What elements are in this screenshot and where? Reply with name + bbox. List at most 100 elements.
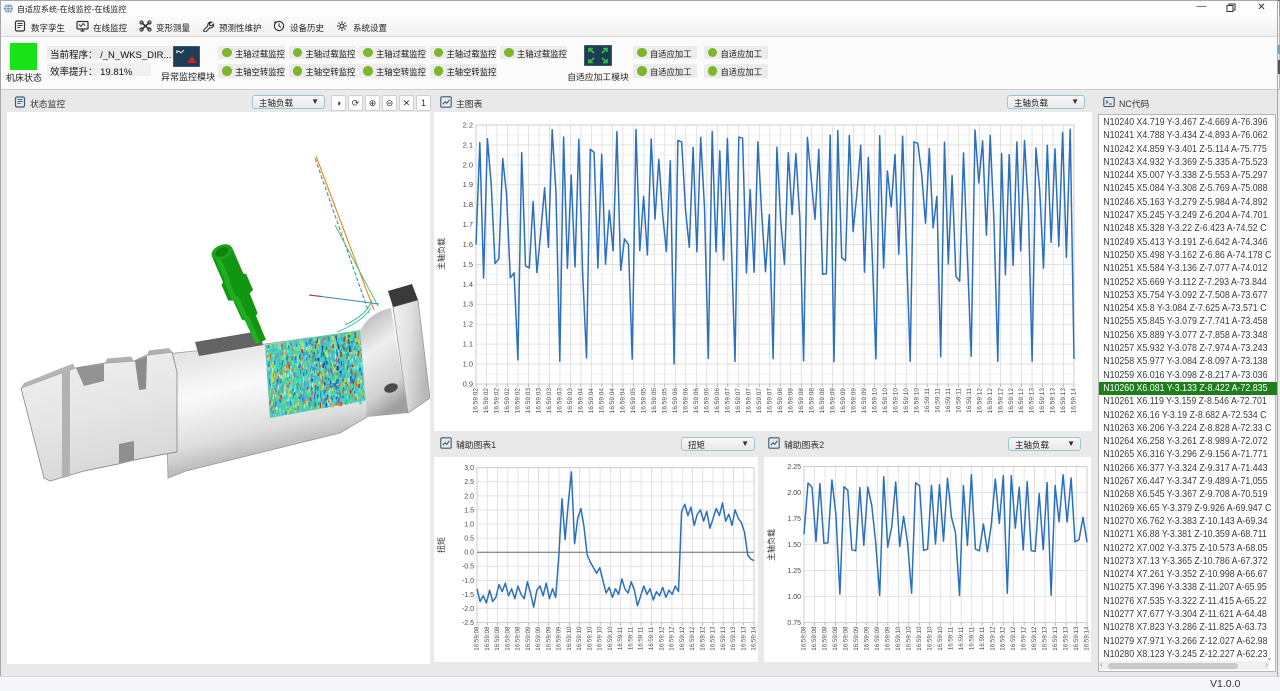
svg-text:1.6: 1.6 [463,240,473,249]
svg-text:16:59:08: 16:59:08 [822,626,829,651]
svg-text:16:59:02: 16:59:02 [494,388,501,414]
svg-text:16:59:02: 16:59:02 [504,388,511,414]
svg-text:16:59:04: 16:59:04 [588,388,595,414]
svg-text:16:59:04: 16:59:04 [620,388,627,414]
svg-text:16:59:12: 16:59:12 [989,626,996,651]
svg-text:1.9: 1.9 [463,180,473,189]
svg-text:16:59:07: 16:59:07 [756,388,763,414]
svg-text:16:59:08: 16:59:08 [484,626,491,651]
svg-text:16:59:13: 16:59:13 [720,626,727,651]
svg-text:16:59:12: 16:59:12 [997,388,1004,414]
svg-text:1.1: 1.1 [463,340,473,349]
svg-text:16:59:13: 16:59:13 [1050,388,1057,414]
svg-text:16:59:11: 16:59:11 [638,626,645,650]
svg-text:16:59:12: 16:59:12 [658,626,665,651]
svg-text:16:59:05: 16:59:05 [662,388,669,414]
svg-text:1.5: 1.5 [463,260,473,269]
svg-text:16:59:11: 16:59:11 [617,626,624,650]
svg-text:16:59:06: 16:59:06 [704,388,711,414]
svg-text:2.1: 2.1 [463,140,473,149]
svg-text:16:59:14: 16:59:14 [1084,626,1091,651]
svg-text:16:59:14: 16:59:14 [751,626,758,651]
svg-text:16:59:10: 16:59:10 [926,626,933,651]
svg-text:1.50: 1.50 [787,542,801,549]
svg-text:16:59:05: 16:59:05 [630,388,637,414]
svg-text:16:59:08: 16:59:08 [801,626,808,651]
svg-text:0.0: 0.0 [464,550,474,557]
svg-text:16:59:07: 16:59:07 [725,388,732,414]
svg-text:16:59:12: 16:59:12 [1000,626,1007,651]
svg-text:1.4: 1.4 [463,280,473,289]
svg-text:16:59:02: 16:59:02 [515,388,522,414]
svg-text:扭矩: 扭矩 [436,537,446,553]
svg-text:2.00: 2.00 [787,490,801,497]
svg-text:1.2: 1.2 [463,320,473,329]
svg-text:16:59:09: 16:59:09 [874,626,881,651]
svg-text:2.5: 2.5 [464,479,474,486]
svg-text:16:59:06: 16:59:06 [714,388,721,414]
svg-text:16:59:04: 16:59:04 [609,388,616,414]
svg-text:主轴负载: 主轴负载 [436,238,446,270]
svg-text:16:59:10: 16:59:10 [576,626,583,651]
svg-text:16:59:10: 16:59:10 [587,626,594,651]
svg-text:16:59:13: 16:59:13 [710,626,717,651]
svg-text:16:59:10: 16:59:10 [905,626,912,651]
svg-text:-1.0: -1.0 [462,578,474,585]
svg-text:16:59:11: 16:59:11 [945,388,952,413]
svg-text:-2.5: -2.5 [462,620,474,627]
svg-text:16:59:07: 16:59:07 [767,388,774,414]
svg-text:16:59:12: 16:59:12 [699,626,706,651]
svg-text:16:59:04: 16:59:04 [599,388,606,414]
svg-text:16:59:13: 16:59:13 [1073,626,1080,651]
svg-text:16:59:13: 16:59:13 [1042,626,1049,651]
svg-text:16:59:08: 16:59:08 [787,388,794,414]
svg-text:1.75: 1.75 [787,516,801,523]
svg-text:2.25: 2.25 [787,464,801,471]
svg-text:16:59:13: 16:59:13 [730,626,737,651]
svg-text:16:59:08: 16:59:08 [843,626,850,651]
svg-text:16:59:12: 16:59:12 [1031,626,1038,651]
svg-text:16:59:10: 16:59:10 [566,626,573,651]
svg-text:0.5: 0.5 [464,536,474,543]
svg-text:-2.0: -2.0 [462,606,474,613]
svg-text:16:59:13: 16:59:13 [1063,626,1070,651]
svg-text:主轴负载: 主轴负载 [766,529,776,561]
svg-text:16:59:11: 16:59:11 [648,626,655,650]
svg-text:16:59:10: 16:59:10 [916,626,923,651]
svg-text:16:59:06: 16:59:06 [672,388,679,414]
svg-text:-0.5: -0.5 [462,564,474,571]
svg-text:2.2: 2.2 [463,120,473,129]
svg-text:16:59:08: 16:59:08 [832,626,839,651]
svg-text:16:59:10: 16:59:10 [913,388,920,414]
svg-text:16:59:05: 16:59:05 [641,388,648,414]
svg-text:-1.5: -1.5 [462,592,474,599]
svg-text:16:59:12: 16:59:12 [1008,388,1015,414]
svg-text:16:59:08: 16:59:08 [515,626,522,651]
svg-text:16:59:09: 16:59:09 [885,626,892,651]
svg-text:16:59:13: 16:59:13 [1052,626,1059,651]
svg-text:16:59:10: 16:59:10 [895,626,902,651]
svg-text:16:59:09: 16:59:09 [535,626,542,651]
svg-text:16:59:09: 16:59:09 [864,626,871,651]
svg-text:16:59:03: 16:59:03 [525,388,532,414]
svg-text:16:59:10: 16:59:10 [903,388,910,414]
svg-text:16:59:11: 16:59:11 [924,388,931,413]
svg-text:16:59:10: 16:59:10 [597,626,604,651]
svg-text:16:59:02: 16:59:02 [483,388,490,414]
svg-text:1.5: 1.5 [464,507,474,514]
svg-text:1.0: 1.0 [463,359,473,368]
svg-text:16:59:12: 16:59:12 [669,626,676,651]
svg-text:16:59:06: 16:59:06 [693,388,700,414]
svg-text:3.0: 3.0 [464,465,474,472]
svg-text:16:59:08: 16:59:08 [798,388,805,414]
svg-text:16:59:12: 16:59:12 [679,626,686,651]
svg-text:16:59:08: 16:59:08 [777,388,784,414]
svg-text:16:59:08: 16:59:08 [808,388,815,414]
svg-text:16:59:11: 16:59:11 [958,626,965,650]
svg-text:0.75: 0.75 [787,620,801,627]
svg-text:16:59:11: 16:59:11 [628,626,635,650]
svg-text:16:59:07: 16:59:07 [735,388,742,414]
svg-text:16:59:03: 16:59:03 [567,388,574,414]
svg-text:16:59:11: 16:59:11 [968,626,975,650]
svg-text:16:59:09: 16:59:09 [861,388,868,414]
